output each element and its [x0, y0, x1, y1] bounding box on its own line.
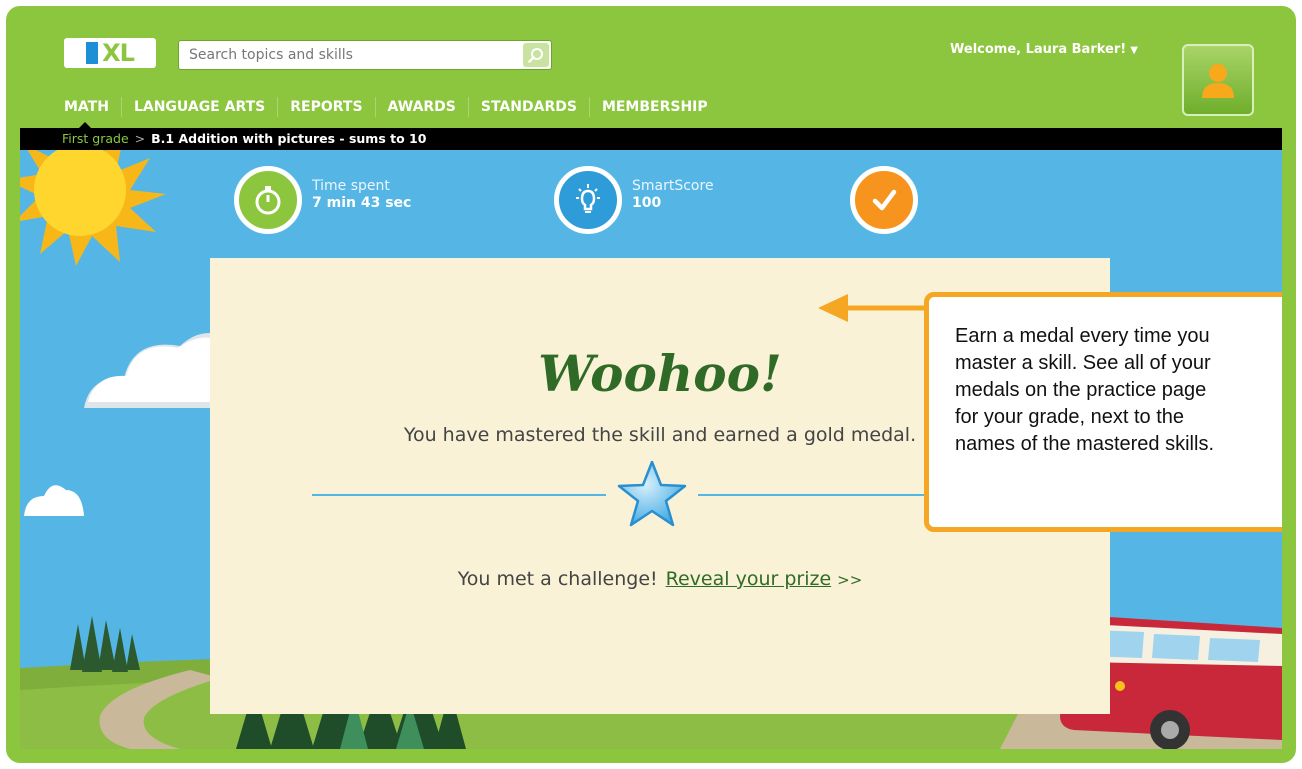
nav-standards[interactable]: STANDARDS — [467, 97, 589, 117]
smartscore-label: SmartScore — [632, 178, 714, 194]
callout-arrow — [818, 294, 938, 322]
nav-language-arts[interactable]: LANGUAGE ARTS — [120, 97, 277, 117]
reveal-prize-link[interactable]: Reveal your prize — [666, 568, 832, 590]
breadcrumb-separator: > — [134, 131, 146, 146]
checkmark-icon — [850, 166, 918, 234]
welcome-text: Welcome, Laura Barker! — [950, 42, 1127, 57]
medal-callout: Earn a medal every time you master a ski… — [924, 292, 1282, 532]
smartscore-value: 100 — [632, 195, 662, 211]
callout-line: master a skill. See all of your — [955, 352, 1211, 374]
callout-line: medals on the practice page — [955, 379, 1207, 401]
tree-icon — [70, 616, 140, 672]
time-spent-stat: Time spent 7 min 43 sec — [234, 166, 411, 234]
time-spent-value: 7 min 43 sec — [312, 195, 412, 211]
breadcrumb-skill: B.1 Addition with pictures - sums to 10 — [151, 131, 427, 146]
breadcrumb-grade-link[interactable]: First grade — [62, 131, 129, 146]
search-box — [178, 40, 552, 70]
search-input[interactable] — [179, 41, 519, 69]
app-frame: XL Welcome, Laura Barker!▼ MATH LANGUAGE… — [6, 6, 1296, 763]
star-icon — [616, 458, 688, 530]
callout-line: for your grade, next to the — [955, 406, 1185, 428]
main-nav: MATH LANGUAGE ARTS REPORTS AWARDS STANDA… — [62, 96, 720, 118]
user-avatar-icon — [1202, 64, 1234, 98]
challenge-line: You met a challenge! Reveal your prize >> — [210, 568, 1110, 590]
small-cloud-icon — [24, 485, 84, 516]
nav-reports[interactable]: REPORTS — [277, 97, 374, 117]
challenge-text: You met a challenge! — [457, 568, 658, 590]
callout-line: names of the mastered skills. — [955, 433, 1214, 455]
divider-left — [312, 494, 606, 496]
nav-math[interactable]: MATH — [62, 97, 121, 117]
breadcrumb: First grade > B.1 Addition with pictures -… — [20, 128, 1282, 150]
chevron-down-icon: ▼ — [1130, 45, 1138, 56]
avatar[interactable] — [1182, 44, 1254, 116]
lightbulb-icon — [554, 166, 622, 234]
stats-bar: Time spent 7 min 43 sec SmartScore 100 — [20, 150, 1282, 250]
nav-membership[interactable]: MEMBERSHIP — [588, 97, 720, 117]
smartscore-stat: SmartScore 100 — [554, 166, 714, 234]
progress-stat — [850, 166, 918, 234]
user-menu[interactable]: Welcome, Laura Barker! ▼ — [950, 42, 1138, 57]
logo-mark — [86, 42, 99, 64]
reveal-arrows[interactable]: >> — [837, 571, 862, 589]
nav-awards[interactable]: AWARDS — [374, 97, 468, 117]
callout-line: Earn a medal every time you — [955, 325, 1210, 347]
ixl-logo[interactable]: XL — [64, 38, 156, 68]
site-header: XL Welcome, Laura Barker!▼ MATH LANGUAGE… — [20, 20, 1282, 129]
search-icon — [528, 48, 543, 63]
stopwatch-icon — [234, 166, 302, 234]
time-spent-label: Time spent — [312, 178, 390, 194]
celebration-scene: Time spent 7 min 43 sec SmartScore 100 W… — [20, 150, 1282, 749]
search-button[interactable] — [523, 43, 549, 67]
